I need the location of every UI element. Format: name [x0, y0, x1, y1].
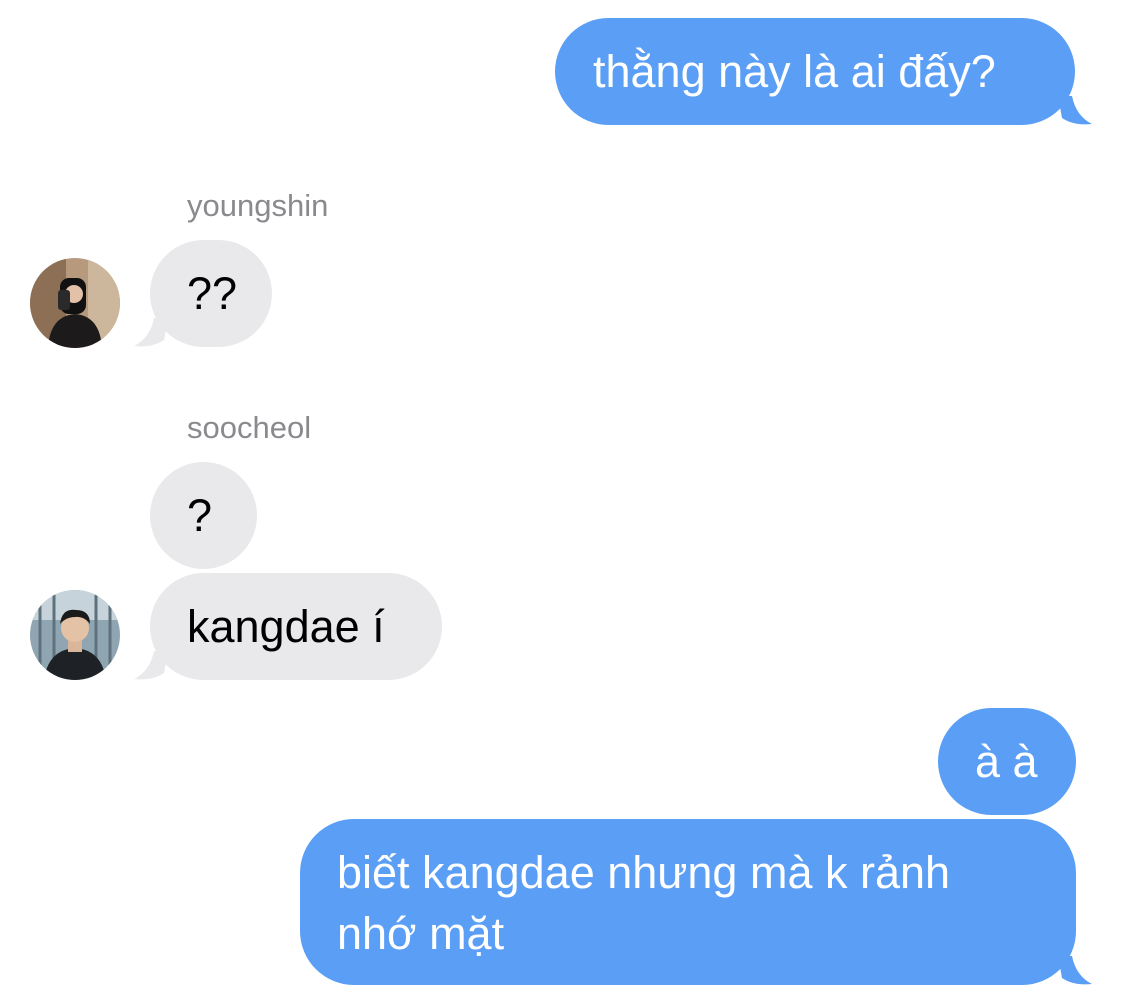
bubble-tail-icon: [1058, 96, 1092, 125]
bubble-tail-icon: [134, 318, 168, 347]
message-text: kangdae í: [187, 601, 385, 652]
message-text: ??: [187, 268, 238, 319]
sender-name-label: soocheol: [187, 410, 312, 445]
outgoing-message-bubble[interactable]: à à: [938, 708, 1076, 815]
incoming-message-bubble[interactable]: ??: [150, 240, 272, 347]
outgoing-message-bubble[interactable]: biết kangdae nhưng mà k rảnh nhớ mặt: [300, 819, 1076, 985]
bubble-tail-icon: [134, 651, 168, 680]
bubble-tail-icon: [1058, 956, 1092, 985]
user-photo-avatar-icon: [30, 258, 120, 348]
user-photo-avatar-icon: [30, 590, 120, 680]
message-text-line: nhớ mặt: [337, 908, 505, 959]
outgoing-message-bubble[interactable]: thằng này là ai đấy?: [555, 18, 1075, 125]
sender-name-label: youngshin: [187, 188, 329, 223]
message-text: thằng này là ai đấy?: [593, 46, 996, 97]
incoming-message-bubble[interactable]: ?: [150, 462, 257, 569]
message-text: à à: [975, 736, 1038, 787]
message-thread: thằng này là ai đấy? youngshin ?? sooche…: [0, 0, 1125, 1003]
message-text: ?: [187, 490, 213, 541]
message-text-line: biết kangdae nhưng mà k rảnh: [337, 847, 951, 898]
incoming-message-bubble[interactable]: kangdae í: [150, 573, 442, 680]
youngshin-avatar[interactable]: [30, 258, 120, 348]
soocheol-avatar[interactable]: [30, 590, 120, 680]
